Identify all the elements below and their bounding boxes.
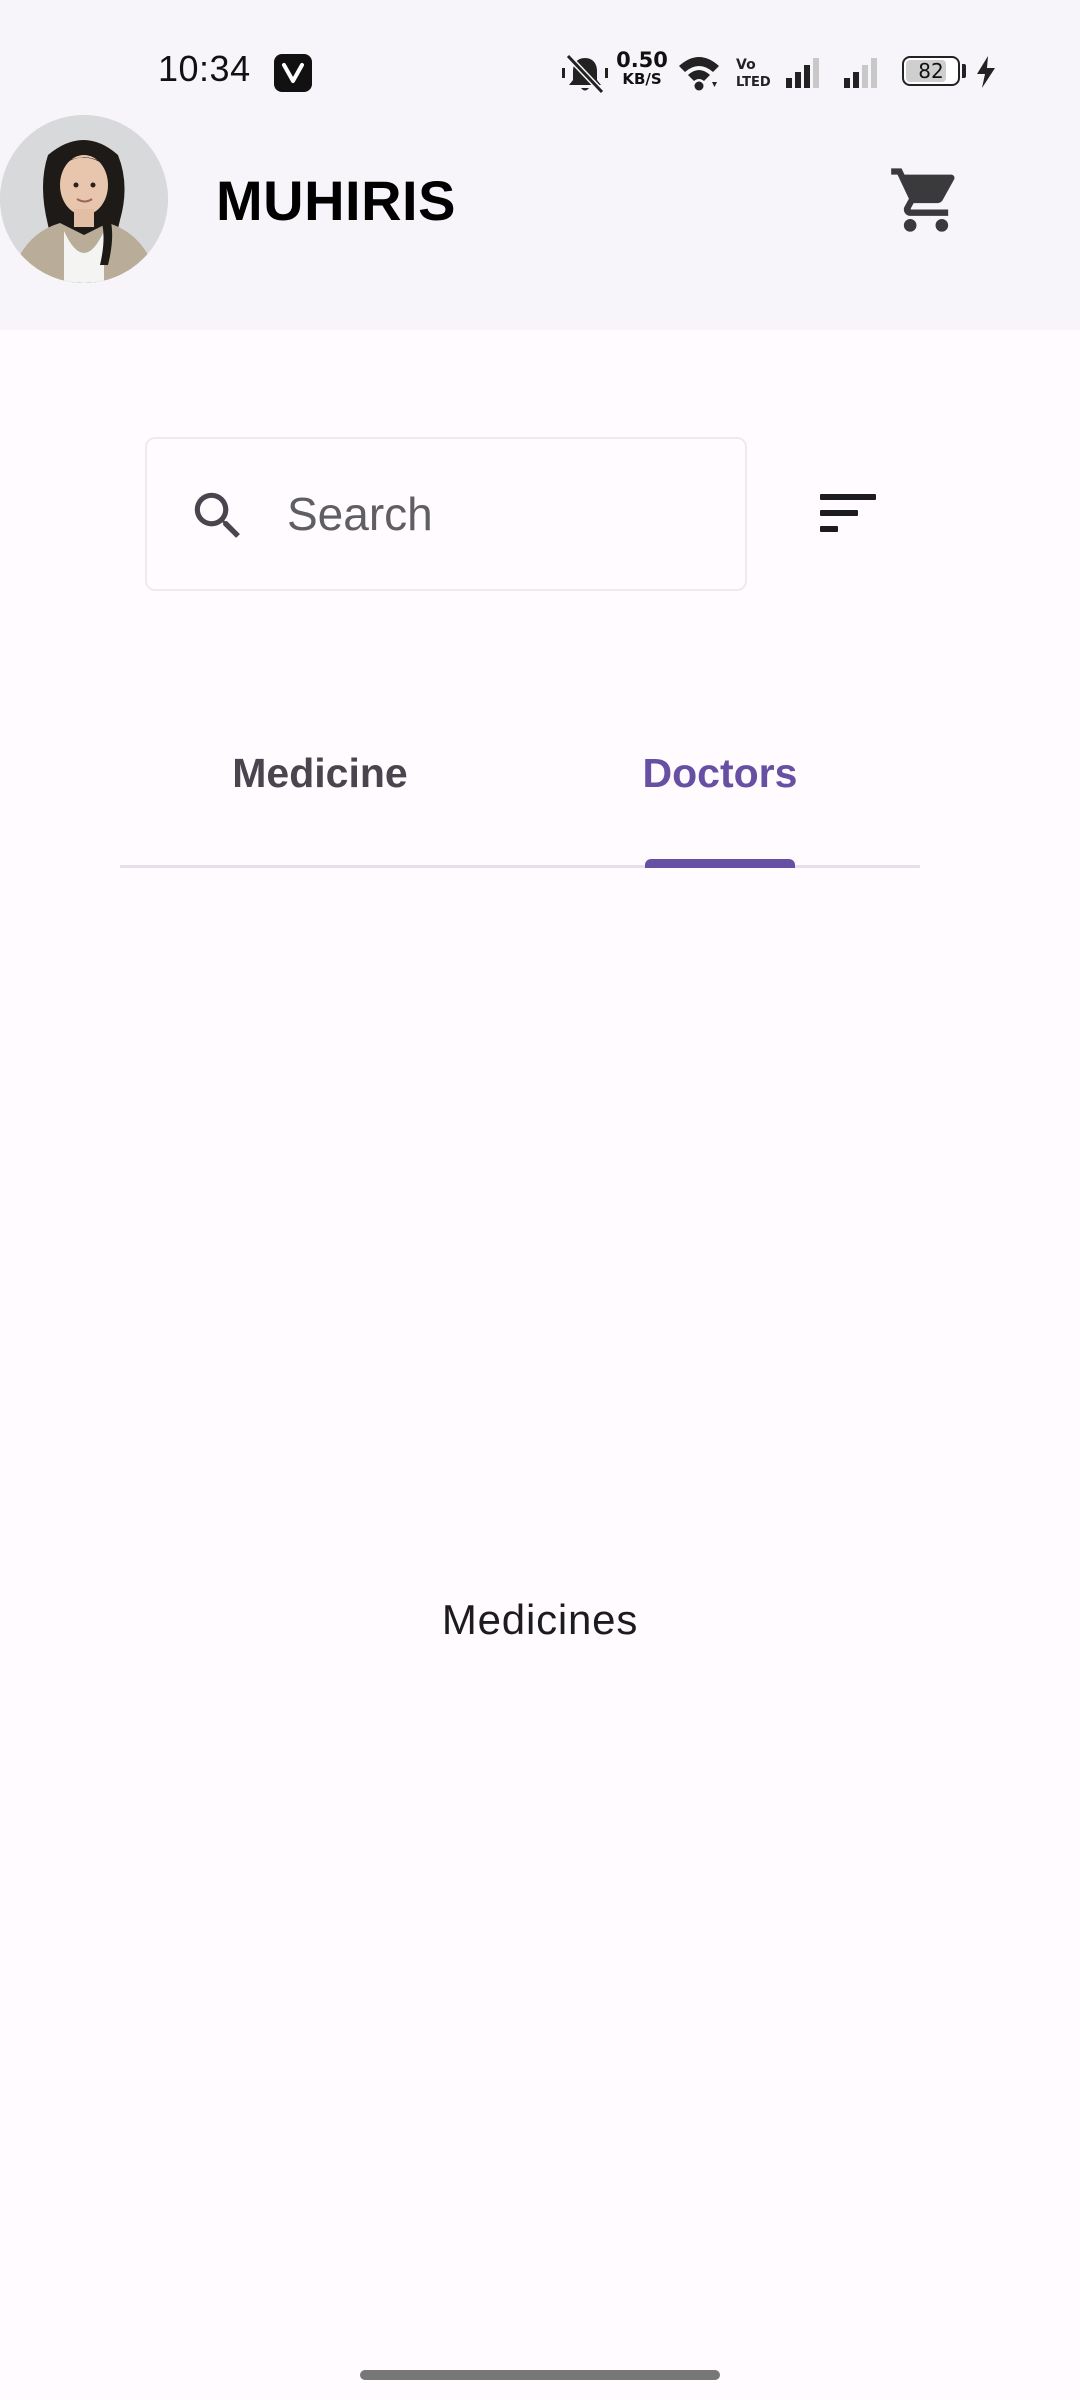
wifi-icon: [679, 57, 719, 91]
filter-line: [820, 526, 838, 532]
search-icon: [194, 492, 240, 538]
tab-medicine-label: Medicine: [232, 750, 408, 796]
shopping-cart-icon: [891, 168, 955, 232]
svg-text:LTED: LTED: [736, 75, 771, 90]
tab-medicine[interactable]: Medicine: [120, 700, 520, 868]
bell-muted-icon: [562, 53, 608, 95]
tab-content-text: Medicines: [441, 1596, 639, 1643]
tab-doctors[interactable]: Doctors: [520, 700, 920, 868]
user-avatar-icon: [0, 115, 168, 283]
charging-icon: [977, 56, 995, 88]
network-speed-value: 0.50: [616, 48, 668, 72]
filter-line: [820, 510, 858, 516]
battery-percent: 82: [918, 59, 944, 83]
tab-divider: [120, 865, 920, 868]
avatar[interactable]: [0, 115, 168, 283]
network-speed-unit: KB/S: [622, 70, 662, 88]
v-app-badge-icon: [274, 54, 312, 92]
search-input[interactable]: [287, 481, 707, 547]
tab-doctors-label: Doctors: [642, 750, 798, 796]
svg-text:Vo: Vo: [736, 57, 756, 73]
search-box[interactable]: [145, 437, 747, 591]
status-time: 10:34: [158, 48, 251, 89]
network-speed: 0.50 KB/S: [614, 50, 670, 87]
signal-weak-icon: [844, 58, 877, 88]
app-title: MUHIRIS: [216, 169, 456, 232]
cart-button[interactable]: [888, 162, 964, 238]
tab-bar: Medicine Doctors: [120, 700, 920, 868]
home-indicator[interactable]: [360, 2370, 720, 2380]
volte-icon: Vo LTED: [736, 57, 771, 90]
signal-icon: [786, 58, 819, 88]
filter-sort-icon: [820, 494, 876, 500]
filter-button[interactable]: [816, 486, 880, 542]
battery-indicator: 82: [902, 56, 960, 86]
battery-tip: [962, 64, 966, 78]
tab-indicator: [645, 859, 795, 868]
